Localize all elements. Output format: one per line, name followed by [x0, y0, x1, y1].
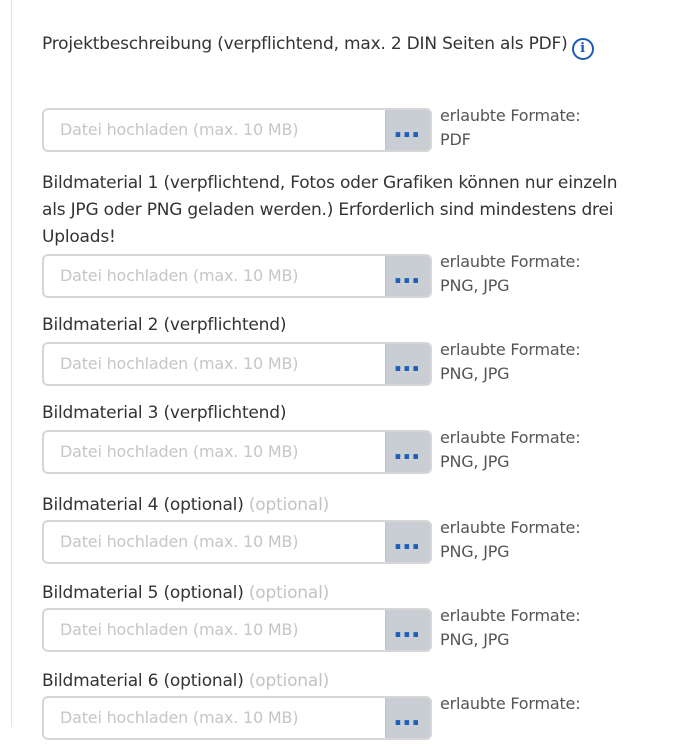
allowed-formats-label: erlaubte Formate:: [440, 340, 581, 359]
file-upload-placeholder: Datei hochladen (max. 10 MB): [60, 442, 299, 461]
file-upload-input[interactable]: Datei hochladen (max. 10 MB) ...: [42, 108, 432, 152]
allowed-formats: erlaubte Formate: PNG, JPG: [440, 604, 650, 652]
field-label: Projektbeschreibung (verpflichtend, max.…: [42, 27, 632, 62]
file-upload-input[interactable]: Datei hochladen (max. 10 MB) ...: [42, 696, 432, 740]
browse-button[interactable]: ...: [385, 432, 430, 472]
file-upload-input[interactable]: Datei hochladen (max. 10 MB) ...: [42, 520, 432, 564]
upload-row-projektbeschreibung: Datei hochladen (max. 10 MB) ... erlaubt…: [42, 104, 682, 156]
file-upload-placeholder: Datei hochladen (max. 10 MB): [60, 120, 299, 139]
field-label: Bildmaterial 2 (verpflichtend): [42, 315, 287, 335]
field-bildmaterial-1: Bildmaterial 1 (verpflichtend, Fotos ode…: [42, 170, 632, 251]
file-upload-input[interactable]: Datei hochladen (max. 10 MB) ...: [42, 342, 432, 386]
upload-row-bildmaterial-1: Datei hochladen (max. 10 MB) ... erlaubt…: [42, 250, 682, 302]
more-dots-icon: ...: [393, 260, 421, 290]
allowed-formats: erlaubte Formate: PNG, JPG: [440, 426, 650, 474]
field-bildmaterial-5: Bildmaterial 5 (optional) (optional): [42, 580, 682, 607]
allowed-formats-value: PNG, JPG: [440, 452, 510, 471]
more-dots-icon: ...: [393, 348, 421, 378]
allowed-formats: erlaubte Formate: PDF: [440, 104, 650, 152]
allowed-formats: erlaubte Formate: PNG, JPG: [440, 250, 650, 298]
field-bildmaterial-3: Bildmaterial 3 (verpflichtend): [42, 400, 682, 427]
allowed-formats-label: erlaubte Formate:: [440, 518, 581, 537]
field-label-text: Projektbeschreibung (verpflichtend, max.…: [42, 34, 568, 54]
allowed-formats-label: erlaubte Formate:: [440, 252, 581, 271]
allowed-formats: erlaubte Formate:: [440, 692, 650, 716]
browse-button[interactable]: ...: [385, 344, 430, 384]
allowed-formats-label: erlaubte Formate:: [440, 606, 581, 625]
allowed-formats-value: PDF: [440, 130, 471, 149]
field-label: Bildmaterial 4 (optional) (optional): [42, 492, 682, 519]
allowed-formats-value: PNG, JPG: [440, 364, 510, 383]
field-label: Bildmaterial 5 (optional) (optional): [42, 580, 682, 607]
info-icon[interactable]: i: [571, 38, 594, 60]
more-dots-icon: ...: [393, 614, 421, 644]
file-upload-input[interactable]: Datei hochladen (max. 10 MB) ...: [42, 254, 432, 298]
allowed-formats-label: erlaubte Formate:: [440, 694, 581, 713]
file-upload-placeholder: Datei hochladen (max. 10 MB): [60, 620, 299, 639]
allowed-formats: erlaubte Formate: PNG, JPG: [440, 338, 650, 386]
browse-button[interactable]: ...: [385, 610, 430, 650]
browse-button[interactable]: ...: [385, 110, 430, 150]
field-label: Bildmaterial 6 (optional) (optional): [42, 668, 682, 695]
allowed-formats-value: PNG, JPG: [440, 542, 510, 561]
allowed-formats-value: PNG, JPG: [440, 630, 510, 649]
field-bildmaterial-6: Bildmaterial 6 (optional) (optional): [42, 668, 682, 695]
allowed-formats-label: erlaubte Formate:: [440, 428, 581, 447]
upload-row-bildmaterial-6: Datei hochladen (max. 10 MB) ... erlaubt…: [42, 692, 682, 744]
left-divider: [11, 0, 12, 727]
file-upload-input[interactable]: Datei hochladen (max. 10 MB) ...: [42, 608, 432, 652]
upload-row-bildmaterial-5: Datei hochladen (max. 10 MB) ... erlaubt…: [42, 604, 682, 656]
upload-row-bildmaterial-4: Datei hochladen (max. 10 MB) ... erlaubt…: [42, 516, 682, 568]
field-projektbeschreibung: Projektbeschreibung (verpflichtend, max.…: [42, 27, 682, 62]
file-upload-placeholder: Datei hochladen (max. 10 MB): [60, 354, 299, 373]
field-label-text: Bildmaterial 4 (optional): [42, 495, 244, 515]
file-upload-placeholder: Datei hochladen (max. 10 MB): [60, 708, 299, 727]
file-upload-placeholder: Datei hochladen (max. 10 MB): [60, 532, 299, 551]
allowed-formats-value: PNG, JPG: [440, 276, 510, 295]
file-upload-placeholder: Datei hochladen (max. 10 MB): [60, 266, 299, 285]
field-bildmaterial-4: Bildmaterial 4 (optional) (optional): [42, 492, 682, 519]
browse-button[interactable]: ...: [385, 698, 430, 738]
field-bildmaterial-2: Bildmaterial 2 (verpflichtend): [42, 312, 682, 339]
more-dots-icon: ...: [393, 526, 421, 556]
field-label: Bildmaterial 1 (verpflichtend, Fotos ode…: [42, 173, 618, 247]
browse-button[interactable]: ...: [385, 522, 430, 562]
field-label-text: Bildmaterial 6 (optional): [42, 671, 244, 691]
optional-tag: (optional): [248, 495, 330, 515]
file-upload-input[interactable]: Datei hochladen (max. 10 MB) ...: [42, 430, 432, 474]
optional-tag: (optional): [248, 583, 330, 603]
browse-button[interactable]: ...: [385, 256, 430, 296]
field-label: Bildmaterial 3 (verpflichtend): [42, 403, 287, 423]
upload-row-bildmaterial-2: Datei hochladen (max. 10 MB) ... erlaubt…: [42, 338, 682, 390]
allowed-formats-label: erlaubte Formate:: [440, 106, 581, 125]
upload-row-bildmaterial-3: Datei hochladen (max. 10 MB) ... erlaubt…: [42, 426, 682, 478]
optional-tag: (optional): [248, 671, 330, 691]
field-label-text: Bildmaterial 5 (optional): [42, 583, 244, 603]
more-dots-icon: ...: [393, 702, 421, 732]
more-dots-icon: ...: [393, 114, 421, 144]
allowed-formats: erlaubte Formate: PNG, JPG: [440, 516, 650, 564]
more-dots-icon: ...: [393, 436, 421, 466]
